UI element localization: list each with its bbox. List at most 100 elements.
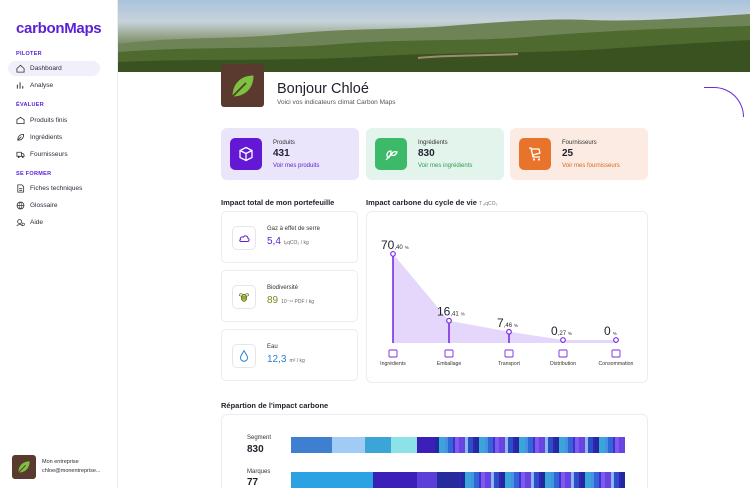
segment-bar[interactable] bbox=[291, 437, 625, 453]
lifecycle-title-unit: T ₑqCO₂ bbox=[478, 201, 498, 207]
lifecycle-chart: 70,40% Ingrédients 16,41% Emballage 7,46% Tra… bbox=[366, 211, 648, 383]
stat-link[interactable]: Voir mes produits bbox=[273, 163, 319, 169]
stat-card-ingredients[interactable]: Ingrédients 830 Voir mes ingrédients bbox=[366, 128, 504, 180]
chart-point bbox=[506, 328, 512, 335]
portfolio-title: Impact total de mon portefeuille bbox=[221, 198, 335, 207]
impact-label: Eau bbox=[267, 344, 278, 350]
stat-link[interactable]: Voir mes fournisseurs bbox=[562, 163, 620, 169]
repartition-row-value: 830 bbox=[247, 444, 264, 455]
stat-label: Ingrédients bbox=[418, 140, 448, 146]
sidebar-item-fournisseurs[interactable]: Fournisseurs bbox=[8, 147, 100, 162]
app-logo[interactable]: carbonMaps bbox=[16, 20, 102, 37]
cloud-icon bbox=[239, 235, 250, 242]
impact-unit: 10⁻¹⁴ PDF / kg bbox=[281, 299, 314, 305]
lifecycle-title: Impact carbone du cycle de vie T ₑqCO₂ bbox=[366, 198, 497, 207]
impact-label: Gaz à effet de serre bbox=[267, 226, 320, 232]
impact-value: 12,3 m³ / kg bbox=[267, 354, 305, 365]
category-icon bbox=[444, 349, 454, 358]
sidebar-item-produits-finis[interactable]: Produits finis bbox=[8, 113, 100, 128]
sidebar-item-aide[interactable]: Aide bbox=[8, 215, 100, 230]
sidebar-item-label: Ingrédients bbox=[30, 134, 63, 141]
sidebar-item-dashboard[interactable]: Dashboard bbox=[8, 61, 100, 76]
sidebar-item-label: Dashboard bbox=[30, 65, 62, 72]
chart-value-label: 7,46% bbox=[497, 316, 518, 330]
help-icon bbox=[16, 218, 25, 227]
impact-card-eau[interactable]: Eau 12,3 m³ / kg bbox=[221, 329, 358, 381]
stat-link[interactable]: Voir mes ingrédients bbox=[418, 163, 472, 169]
sprout-icon bbox=[385, 150, 398, 161]
sidebar-item-fiches-techniques[interactable]: Fiches techniques bbox=[8, 181, 100, 196]
bee-icon bbox=[238, 293, 250, 302]
impact-card-ges[interactable]: Gaz à effet de serre 5,4 tₑqCO₂ / kg bbox=[221, 211, 358, 263]
section-title-se-former: SE FORMER bbox=[16, 171, 52, 177]
impact-unit: tₑqCO₂ / kg bbox=[283, 240, 309, 246]
bar-segment bbox=[417, 472, 437, 488]
cube-icon bbox=[239, 146, 253, 162]
category-icon bbox=[558, 349, 568, 358]
profile-name: Mon entreprise bbox=[42, 459, 79, 465]
sidebar-item-label: Analyse bbox=[30, 82, 54, 89]
drop-icon bbox=[240, 349, 248, 362]
profile-menu[interactable]: Mon entreprise chloe@monentreprise... bbox=[12, 455, 116, 479]
sidebar-item-glossaire[interactable]: Glossaire bbox=[8, 198, 100, 213]
impact-unit: m³ / kg bbox=[289, 358, 305, 364]
impact-value: 89 10⁻¹⁴ PDF / kg bbox=[267, 295, 314, 306]
chart-point bbox=[446, 317, 452, 324]
landscape-image bbox=[118, 14, 750, 72]
stat-label: Fournisseurs bbox=[562, 140, 597, 146]
bar-segment bbox=[373, 472, 417, 488]
chart-category-label: Transport bbox=[498, 361, 521, 367]
impact-number: 12,3 bbox=[267, 354, 287, 365]
stat-card-fournisseurs[interactable]: Fournisseurs 25 Voir mes fournisseurs bbox=[510, 128, 648, 180]
company-logo bbox=[221, 64, 264, 107]
stat-card-produits[interactable]: Produits 431 Voir mes produits bbox=[221, 128, 359, 180]
page-title: Bonjour Chloé bbox=[277, 81, 369, 97]
leaf-icon bbox=[18, 461, 30, 473]
chart-category-label: Emballage bbox=[437, 361, 462, 367]
box-icon bbox=[16, 116, 25, 125]
home-icon bbox=[16, 64, 25, 73]
stat-value: 830 bbox=[418, 148, 435, 159]
chart-point bbox=[560, 337, 566, 343]
bar-segment bbox=[291, 437, 332, 453]
impact-icon-box bbox=[232, 344, 256, 368]
chart-value-label: 70,40% bbox=[381, 238, 409, 252]
chart-value-label: 0% bbox=[604, 324, 617, 338]
chart-area bbox=[393, 253, 616, 343]
category-icon bbox=[504, 349, 514, 358]
lifecycle-title-text: Impact carbone du cycle de vie bbox=[366, 198, 477, 207]
bar-segment bbox=[291, 472, 373, 488]
sidebar-item-ingredients[interactable]: Ingrédients bbox=[8, 130, 100, 145]
marques-bar[interactable] bbox=[291, 472, 625, 488]
document-icon bbox=[16, 184, 25, 193]
chart-icon bbox=[16, 81, 25, 90]
sidebar-item-label: Fiches techniques bbox=[30, 185, 83, 192]
chart-value-label: 16,41% bbox=[437, 305, 465, 319]
repartition-row-label: Segment bbox=[247, 435, 272, 441]
category-icon bbox=[611, 349, 621, 358]
sidebar: carbonMaps PILOTER Dashboard Analyse ÉVA… bbox=[0, 0, 118, 488]
leaf-icon bbox=[231, 75, 253, 97]
globe-icon bbox=[16, 201, 25, 210]
stat-value: 431 bbox=[273, 148, 290, 159]
section-title-piloter: PILOTER bbox=[16, 51, 42, 57]
impact-card-biodiversite[interactable]: Biodiversité 89 10⁻¹⁴ PDF / kg bbox=[221, 270, 358, 322]
sidebar-item-analyse[interactable]: Analyse bbox=[8, 78, 100, 93]
lifecycle-chart-svg: 70,40 % Ingrédients 16,41 % Emballage 7,46 % Tra… bbox=[380, 238, 633, 367]
leaf-icon bbox=[16, 133, 25, 142]
bar-segment bbox=[417, 437, 433, 453]
sidebar-item-label: Fournisseurs bbox=[30, 151, 68, 158]
impact-value: 5,4 tₑqCO₂ / kg bbox=[267, 236, 309, 247]
stat-label: Produits bbox=[273, 140, 296, 146]
bar-segment bbox=[391, 437, 417, 453]
cart-icon bbox=[529, 147, 541, 161]
sidebar-item-label: Produits finis bbox=[30, 117, 68, 124]
stat-value: 25 bbox=[562, 148, 574, 159]
bar-segment bbox=[619, 437, 625, 453]
impact-icon-box bbox=[232, 285, 256, 309]
repartition-card: Segment 830 Marques 77 bbox=[221, 414, 648, 488]
impact-number: 5,4 bbox=[267, 236, 281, 247]
impact-label: Biodiversité bbox=[267, 285, 299, 291]
repartition-title: Répartion de l'impact carbone bbox=[221, 401, 329, 410]
stat-icon-box bbox=[375, 138, 407, 170]
